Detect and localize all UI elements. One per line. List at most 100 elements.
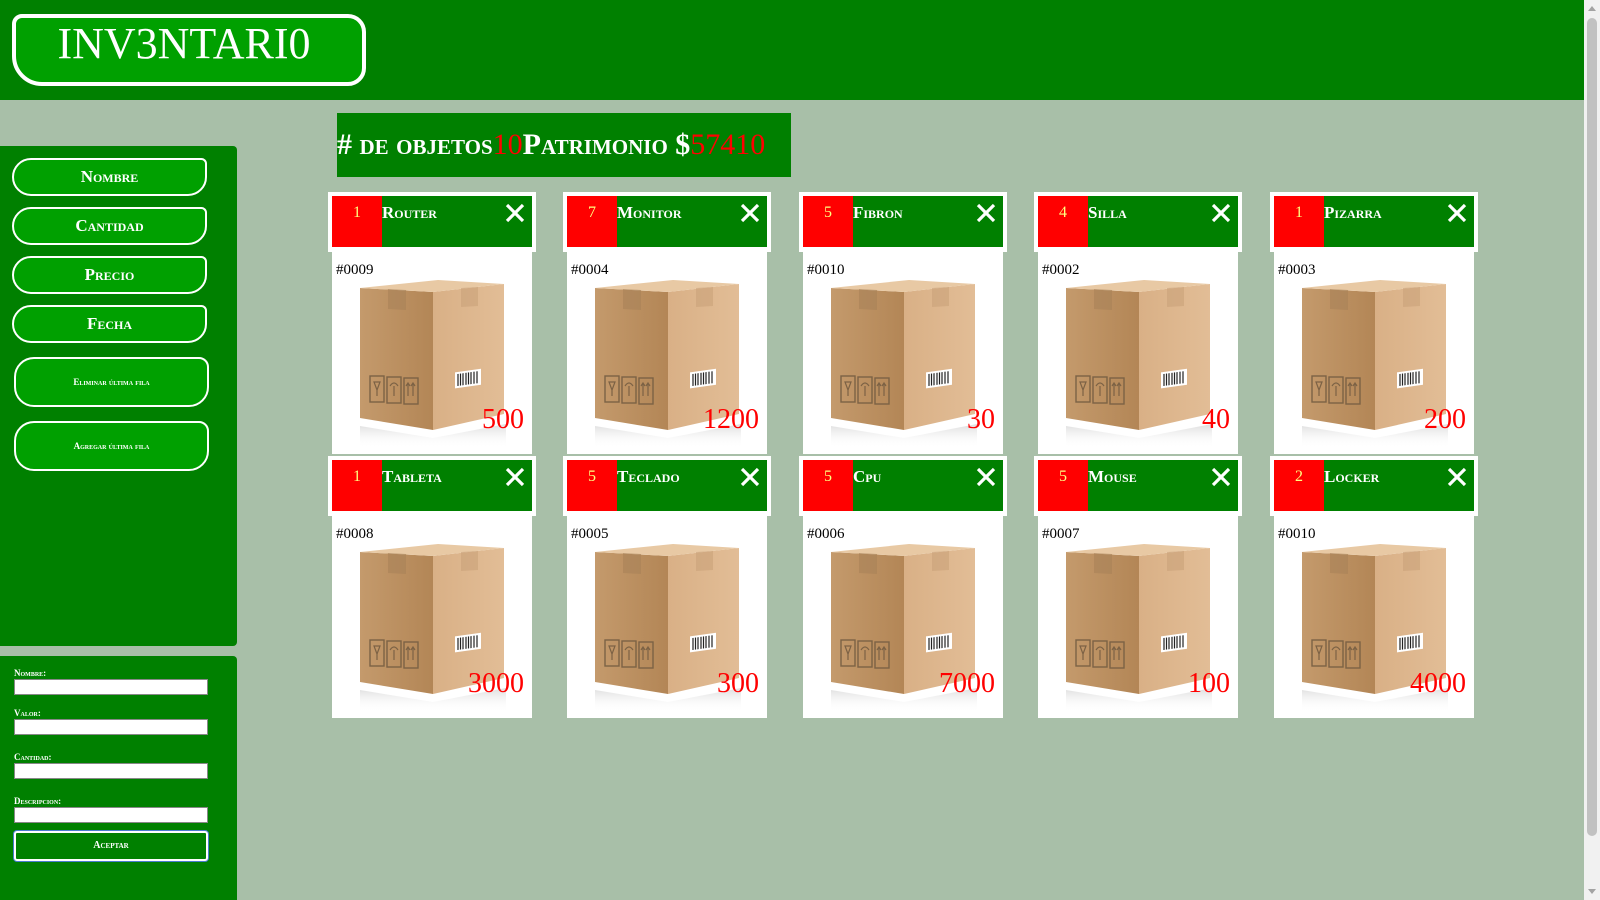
item-code: #0002 xyxy=(1042,262,1080,278)
close-icon[interactable] xyxy=(502,200,528,226)
item-code: #0005 xyxy=(571,526,609,542)
item-code: #0006 xyxy=(807,526,845,542)
close-icon[interactable] xyxy=(1208,200,1234,226)
accept-button[interactable]: Aceptar xyxy=(14,831,208,861)
app-logo[interactable]: INV3NTARI0 xyxy=(12,14,366,86)
quantity-field[interactable] xyxy=(14,763,208,779)
close-icon[interactable] xyxy=(1208,464,1234,490)
scrollbar-thumb[interactable] xyxy=(1587,18,1597,836)
item-price: 3000 xyxy=(468,668,524,699)
item-card-header: 5 Cpu xyxy=(799,456,1007,516)
value-field[interactable] xyxy=(14,719,208,735)
patrimony-label: Patrimonio $ xyxy=(522,128,691,161)
quantity-label: Cantidad: xyxy=(14,752,52,762)
item-code: #0007 xyxy=(1042,526,1080,542)
sidebar: Nombre Cantidad Precio Fecha Eliminar úl… xyxy=(0,146,237,646)
item-price: 300 xyxy=(717,668,759,699)
item-code: #0003 xyxy=(1278,262,1316,278)
close-icon[interactable] xyxy=(1444,200,1470,226)
item-card-header: 4 Silla xyxy=(1034,192,1242,252)
item-card-header: 1 Tableta xyxy=(328,456,536,516)
item-code: #0009 xyxy=(336,262,374,278)
item-card: 5 Mouse #0007 100 xyxy=(1034,456,1242,718)
item-card-header-bar: 5 Teclado xyxy=(567,460,767,511)
item-card: 2 Locker #0010 4000 xyxy=(1270,456,1478,718)
close-icon[interactable] xyxy=(973,464,999,490)
item-card: 1 Tableta #0008 3000 xyxy=(328,456,536,718)
item-card: 4 Silla #0002 40 xyxy=(1034,192,1242,454)
item-quantity: 7 xyxy=(567,196,617,247)
inventory-stats: # de objetos10Patrimonio $57410 xyxy=(337,113,791,177)
item-quantity: 5 xyxy=(1038,460,1088,511)
item-card-header-bar: 5 Mouse xyxy=(1038,460,1238,511)
item-card: 5 Fibron #0010 30 xyxy=(799,192,1007,454)
item-price: 7000 xyxy=(939,668,995,699)
patrimony-value: 57410 xyxy=(690,128,766,161)
name-label: Nombre: xyxy=(14,668,47,678)
item-price: 100 xyxy=(1188,668,1230,699)
scroll-down-icon[interactable] xyxy=(1588,889,1596,894)
item-card: 1 Router #0009 500 xyxy=(328,192,536,454)
object-count-value: 10 xyxy=(492,128,523,161)
item-quantity: 2 xyxy=(1274,460,1324,511)
delete-last-row-button[interactable]: Eliminar última fila xyxy=(14,357,209,407)
page-scrollbar[interactable] xyxy=(1584,0,1600,900)
item-card-header: 1 Router xyxy=(328,192,536,252)
item-card-header-bar: 4 Silla xyxy=(1038,196,1238,247)
item-card-header-bar: 5 Cpu xyxy=(803,460,1003,511)
cardboard-box-icon xyxy=(829,278,979,448)
close-icon[interactable] xyxy=(502,464,528,490)
item-price: 30 xyxy=(967,404,995,435)
item-price: 4000 xyxy=(1410,668,1466,699)
item-card: 5 Teclado #0005 300 xyxy=(563,456,771,718)
item-name: Monitor xyxy=(617,203,682,222)
item-name: Cpu xyxy=(853,467,882,486)
item-card-header: 5 Mouse xyxy=(1034,456,1242,516)
sort-by-price-button[interactable]: Precio xyxy=(12,256,207,294)
item-card: 7 Monitor #0004 1200 xyxy=(563,192,771,454)
item-quantity: 5 xyxy=(803,460,853,511)
item-card-header: 7 Monitor xyxy=(563,192,771,252)
item-quantity: 1 xyxy=(332,196,382,247)
description-label: Descripcion: xyxy=(14,796,62,806)
description-field[interactable] xyxy=(14,807,208,823)
item-card-header-bar: 1 Router xyxy=(332,196,532,247)
item-price: 200 xyxy=(1424,404,1466,435)
value-label: Valor: xyxy=(14,708,41,718)
header: INV3NTARI0 xyxy=(0,0,1584,100)
cardboard-box-icon xyxy=(1064,278,1214,448)
item-card: 5 Cpu #0006 7000 xyxy=(799,456,1007,718)
item-card-header: 5 Teclado xyxy=(563,456,771,516)
item-price: 500 xyxy=(482,404,524,435)
close-icon[interactable] xyxy=(973,200,999,226)
close-icon[interactable] xyxy=(737,200,763,226)
item-price: 1200 xyxy=(703,404,759,435)
item-card-header: 1 Pizarra xyxy=(1270,192,1478,252)
item-quantity: 5 xyxy=(567,460,617,511)
item-name: Mouse xyxy=(1088,467,1137,486)
item-card-header: 2 Locker xyxy=(1270,456,1478,516)
sort-by-quantity-button[interactable]: Cantidad xyxy=(12,207,207,245)
name-field[interactable] xyxy=(14,679,208,695)
item-quantity: 5 xyxy=(803,196,853,247)
object-count-label: # de objetos xyxy=(337,128,493,161)
item-name: Pizarra xyxy=(1324,203,1382,222)
item-card: 1 Pizarra #0003 200 xyxy=(1270,192,1478,454)
item-card-header-bar: 2 Locker xyxy=(1274,460,1474,511)
item-card-header-bar: 5 Fibron xyxy=(803,196,1003,247)
item-card-header-bar: 1 Pizarra xyxy=(1274,196,1474,247)
sort-by-date-button[interactable]: Fecha xyxy=(12,305,207,343)
close-icon[interactable] xyxy=(1444,464,1470,490)
item-quantity: 1 xyxy=(332,460,382,511)
item-name: Router xyxy=(382,203,437,222)
sort-by-name-button[interactable]: Nombre xyxy=(12,158,207,196)
item-card-header-bar: 7 Monitor xyxy=(567,196,767,247)
close-icon[interactable] xyxy=(737,464,763,490)
add-last-row-button[interactable]: Agregar última fila xyxy=(14,421,209,471)
item-name: Tableta xyxy=(382,467,442,486)
scroll-up-icon[interactable] xyxy=(1588,6,1596,11)
item-code: #0010 xyxy=(1278,526,1316,542)
item-card-header: 5 Fibron xyxy=(799,192,1007,252)
item-name: Silla xyxy=(1088,203,1127,222)
item-code: #0010 xyxy=(807,262,845,278)
